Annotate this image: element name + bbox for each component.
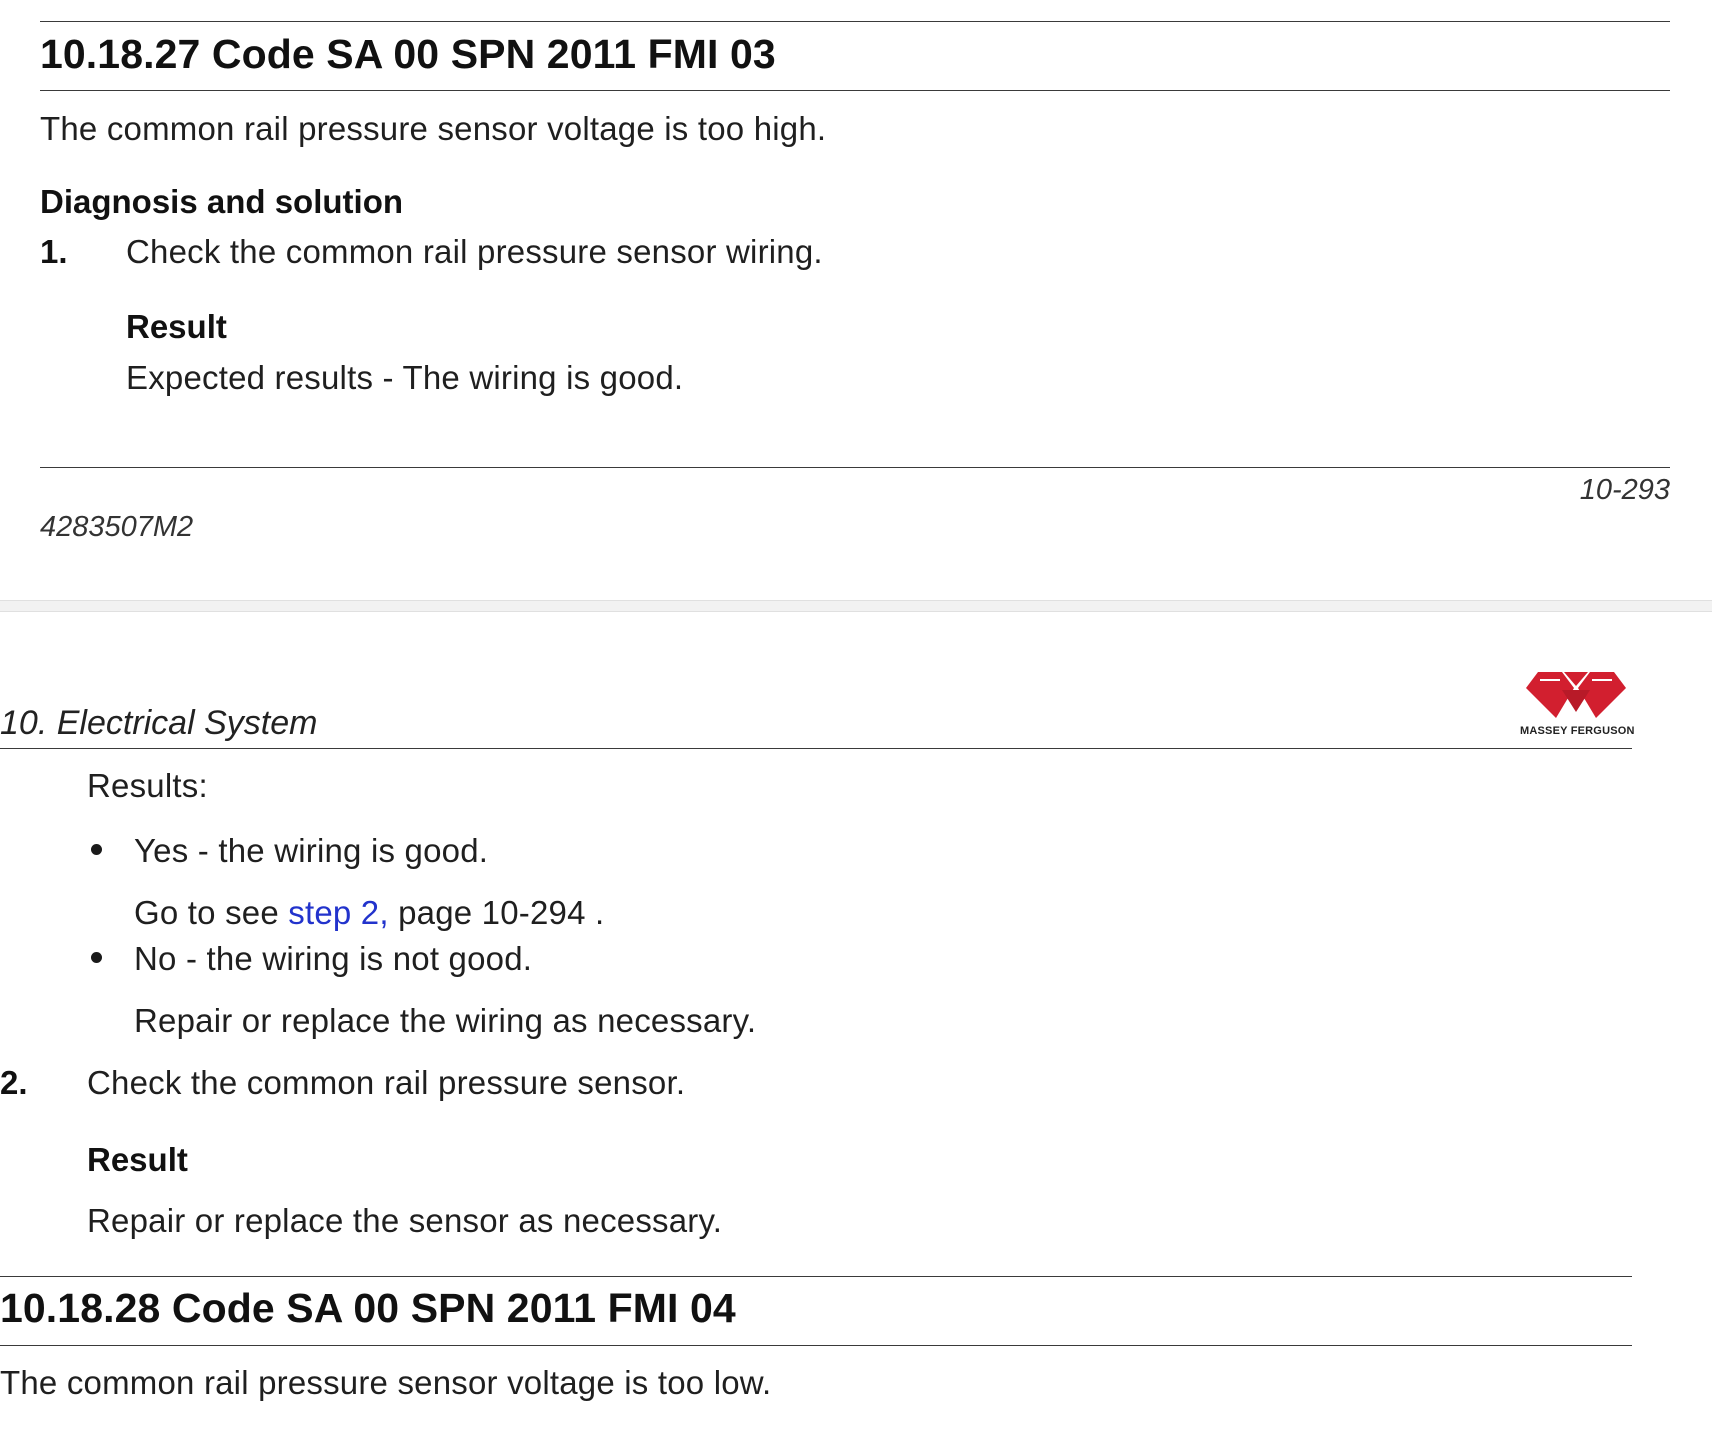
next-section-bottom-rule (0, 1345, 1632, 1346)
step-2-result-heading: Result (87, 1141, 188, 1178)
step-2-result-text: Repair or replace the sensor as necessar… (87, 1202, 723, 1239)
section-top-rule (40, 21, 1670, 22)
chapter-title: 10. Electrical System (0, 704, 318, 742)
bullet-yes-text: Yes - the wiring is good. (134, 832, 489, 869)
bullet-marker (91, 952, 102, 963)
next-section-title: 10.18.28 Code SA 00 SPN 2011 FMI 04 (0, 1285, 736, 1331)
step-1-expected-result: Expected results - The wiring is good. (126, 359, 684, 396)
next-section-description: The common rail pressure sensor voltage … (0, 1364, 772, 1401)
results-label: Results: (87, 767, 208, 804)
triple-triangle-logo-icon (1526, 672, 1626, 718)
footer-rule (40, 467, 1670, 468)
page-number: 10-293 (1579, 474, 1670, 506)
page-ref-text: page 10-294 . (388, 894, 605, 931)
massey-ferguson-logo: MASSEY FERGUSON (1516, 666, 1636, 740)
section-title: 10.18.27 Code SA 00 SPN 2011 FMI 03 (40, 31, 776, 77)
logo-text: MASSEY FERGUSON (1520, 725, 1635, 737)
step-number-2: 2. (0, 1064, 28, 1101)
document-code: 4283507M2 (40, 511, 194, 543)
go-to-text: Go to see (134, 894, 289, 931)
section-description: The common rail pressure sensor voltage … (40, 110, 827, 147)
chapter-header-rule (0, 748, 1632, 749)
step-1-result-heading: Result (126, 308, 227, 345)
step-number-1: 1. (40, 233, 68, 270)
step-2-text: Check the common rail pressure sensor. (87, 1064, 686, 1101)
page-separator (0, 600, 1712, 612)
bullet-no-text: No - the wiring is not good. (134, 940, 533, 977)
bullet-no-action: Repair or replace the wiring as necessar… (134, 1002, 757, 1039)
bullet-marker (91, 844, 102, 855)
step-1-text: Check the common rail pressure sensor wi… (126, 233, 823, 270)
section-bottom-rule (40, 90, 1670, 91)
step-2-link[interactable]: step 2, (288, 894, 388, 931)
next-section-top-rule (0, 1276, 1632, 1277)
bullet-yes-action: Go to see step 2, page 10-294 . (134, 894, 604, 932)
diagnosis-heading: Diagnosis and solution (40, 183, 404, 220)
